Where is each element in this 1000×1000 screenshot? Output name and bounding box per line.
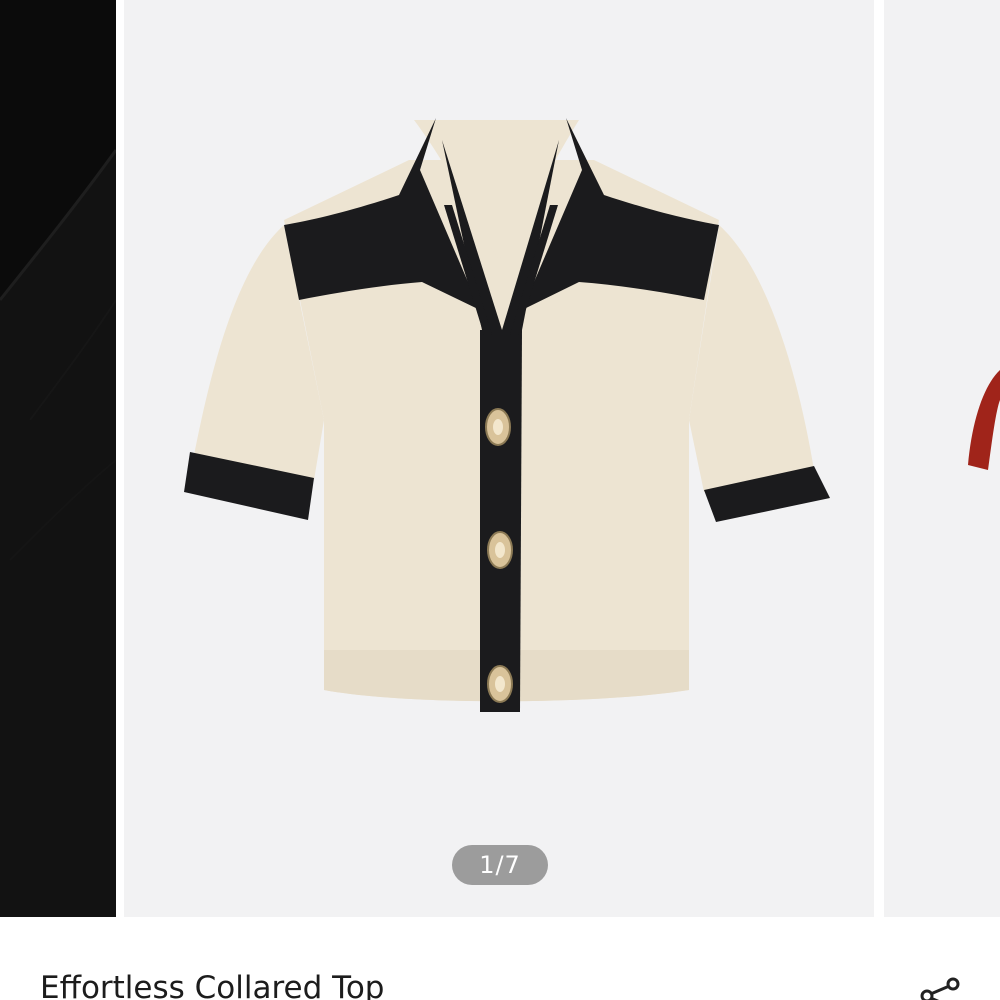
current-product-image[interactable] — [124, 0, 874, 917]
product-title: Effortless Collared Top — [40, 970, 385, 1000]
previous-product-image[interactable] — [0, 0, 116, 917]
share-icon — [920, 977, 960, 1000]
button-top — [485, 408, 511, 446]
black-knit-fabric-image — [0, 0, 116, 917]
next-product-image[interactable] — [884, 0, 1000, 917]
collared-knit-top-image — [124, 0, 874, 917]
image-page-indicator: 1/7 — [452, 845, 548, 885]
share-button[interactable] — [915, 972, 963, 1000]
red-knit-top-image — [884, 0, 1000, 917]
product-image-carousel[interactable]: 1/7 — [0, 0, 1000, 917]
button-middle — [487, 531, 513, 569]
button-bottom — [487, 665, 513, 703]
product-detail-page: 1/7 Effortless Collared Top — [0, 0, 1000, 1000]
